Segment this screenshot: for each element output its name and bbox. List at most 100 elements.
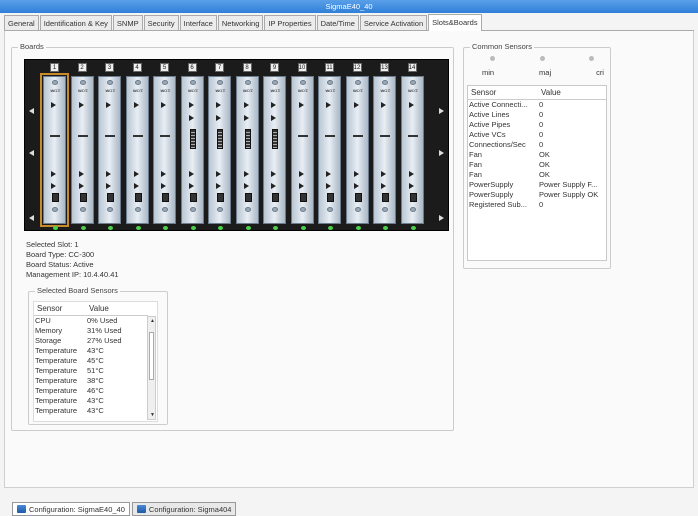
tab-security[interactable]: Security [143, 15, 179, 30]
board-type-text: Board Type: CC-300 [26, 250, 95, 259]
status-led-icon [134, 207, 141, 212]
table-row[interactable]: Temperature 46°C [34, 386, 148, 396]
table-row[interactable]: Temperature 43°C [34, 406, 148, 416]
board-card-slot-6[interactable]: ₩Ω∓ [180, 76, 204, 230]
slot-number-label: 3 [105, 63, 114, 72]
table-row[interactable]: PowerSupply Power Supply F... [468, 180, 606, 190]
tab-general[interactable]: General [4, 15, 39, 30]
board-card-slot-1[interactable]: ₩Ω∓ [40, 73, 69, 230]
sensor-cell: PowerSupply [469, 190, 514, 199]
value-cell: 31% Used [87, 326, 122, 335]
board-chassis: 1 ₩Ω∓ 2 ₩Ω∓ 3 ₩Ω∓ 4 ₩Ω∓ 5 ₩Ω∓ 6 ₩Ω∓ 7 ₩Ω∓ 8 ₩Ω∓ 9 ₩Ω∓ 10 ₩Ω… [24, 59, 449, 231]
port-icon [244, 193, 252, 202]
status-led-icon [189, 207, 196, 212]
tab-slots-boards[interactable]: Slots&Boards [428, 14, 482, 31]
tab-interface[interactable]: Interface [179, 15, 217, 30]
board-card-slot-2[interactable]: ₩Ω∓ [70, 76, 94, 230]
rail-left-arrow-icon [29, 215, 34, 221]
board-mark-text: ₩Ω∓ [270, 88, 281, 93]
scroll-up-icon[interactable]: ▲ [150, 318, 155, 324]
play-icon [326, 102, 331, 108]
play-icon [161, 183, 166, 189]
board-card-slot-8[interactable]: ₩Ω∓ [235, 76, 259, 230]
status-led-icon [299, 80, 306, 85]
tab-networking[interactable]: Networking [217, 15, 264, 30]
value-header[interactable]: Value [86, 302, 148, 316]
table-row[interactable]: Connections/Sec 0 [468, 140, 606, 150]
board-card-slot-13[interactable]: ₩Ω∓ [373, 76, 396, 230]
table-row[interactable]: Temperature 51°C [34, 366, 148, 376]
status-led-icon [327, 80, 333, 85]
table-row[interactable]: Active Pipes 0 [468, 120, 606, 130]
tab-service-activation[interactable]: Service Activation [359, 15, 428, 30]
table-row[interactable]: CPU 0% Used [34, 316, 148, 326]
power-led-icon [355, 226, 361, 230]
board-mark-text: ₩Ω∓ [297, 88, 309, 93]
sensor-cell: Temperature [35, 346, 78, 355]
board-card-slot-12[interactable]: ₩Ω∓ [345, 76, 369, 230]
handle-bar-icon [297, 135, 308, 137]
board-mark-text: ₩Ω∓ [160, 88, 171, 93]
common-sensors-group: Common Sensors min maj cri Sensor Value … [463, 42, 611, 269]
table-row[interactable]: Temperature 43°C [34, 396, 148, 406]
table-row[interactable]: Memory 31% Used [34, 326, 148, 336]
board-card-slot-3[interactable]: ₩Ω∓ [98, 76, 121, 230]
power-led-icon [135, 226, 141, 230]
common-sensors-table[interactable]: Sensor Value Active Connecti... 0 Active L… [467, 85, 607, 261]
table-row[interactable]: Temperature 45°C [34, 356, 148, 366]
power-led-icon [273, 226, 278, 230]
sensor-cell: Temperature [35, 386, 78, 395]
selected-sensors-table[interactable]: Sensor Value CPU 0% Used Memory 31% Used Sto… [33, 301, 158, 422]
table-row[interactable]: Active Lines 0 [468, 110, 606, 120]
config-tab-sigmae40[interactable]: Configuration: SigmaE40_40 [12, 502, 130, 516]
sensor-cell: Memory [35, 326, 63, 335]
common-value-header[interactable]: Value [538, 86, 606, 100]
scrollbar-thumb[interactable] [149, 332, 154, 380]
slot-number-label: 12 [352, 63, 362, 72]
board-card-slot-7[interactable]: ₩Ω∓ [208, 76, 231, 230]
play-icon [326, 171, 331, 177]
table-row[interactable]: Temperature 43°C [34, 346, 148, 356]
play-icon [243, 171, 249, 177]
board-card-slot-9[interactable]: ₩Ω∓ [263, 76, 286, 230]
board-card-slot-4[interactable]: ₩Ω∓ [125, 76, 149, 230]
alarm-leds [482, 56, 602, 61]
board-card-slot-5[interactable]: ₩Ω∓ [153, 76, 176, 230]
table-row[interactable]: Temperature 38°C [34, 376, 148, 386]
play-icon [51, 171, 56, 177]
tab-date-time[interactable]: Date/Time [316, 15, 359, 30]
handle-bar-icon [407, 135, 418, 137]
value-cell: 0 [539, 120, 544, 129]
status-led-icon [327, 207, 333, 212]
tab-identification-key[interactable]: Identification & Key [39, 15, 112, 30]
table-row[interactable]: Fan OK [468, 170, 606, 180]
board-card-slot-11[interactable]: ₩Ω∓ [318, 76, 341, 230]
table-row[interactable]: Active VCs 0 [468, 130, 606, 140]
tab-ip-properties[interactable]: IP Properties [264, 15, 316, 30]
table-row[interactable]: Registered Sub... 0 [468, 200, 606, 210]
vertical-scrollbar[interactable]: ▲ ▼ [147, 316, 156, 420]
play-icon [381, 171, 386, 177]
sensor-cell: CPU [35, 316, 51, 326]
port-icon [134, 193, 142, 202]
config-tab-sigma404[interactable]: Configuration: Sigma404 [131, 502, 237, 516]
sensor-header[interactable]: Sensor [34, 302, 86, 316]
board-card-slot-10[interactable]: ₩Ω∓ [290, 76, 314, 230]
board-mark-text: ₩Ω∓ [242, 88, 254, 93]
table-row[interactable]: Fan OK [468, 160, 606, 170]
board-card-slot-14[interactable]: ₩Ω∓ [400, 76, 424, 230]
handle-bar-icon [132, 135, 143, 137]
play-icon [326, 183, 331, 189]
play-icon [188, 102, 194, 108]
table-row[interactable]: Fan OK [468, 150, 606, 160]
table-row[interactable]: PowerSupply Power Supply OK [468, 190, 606, 200]
table-row[interactable]: Storage 27% Used [34, 336, 148, 346]
tab-snmp[interactable]: SNMP [112, 15, 143, 30]
play-icon [408, 102, 414, 108]
scroll-down-icon[interactable]: ▼ [150, 412, 155, 418]
common-sensor-header[interactable]: Sensor [468, 86, 538, 100]
play-icon [188, 171, 194, 177]
sensor-cell: Registered Sub... [469, 200, 527, 209]
play-icon [271, 183, 276, 189]
table-row[interactable]: Active Connecti... 0 [468, 100, 606, 110]
